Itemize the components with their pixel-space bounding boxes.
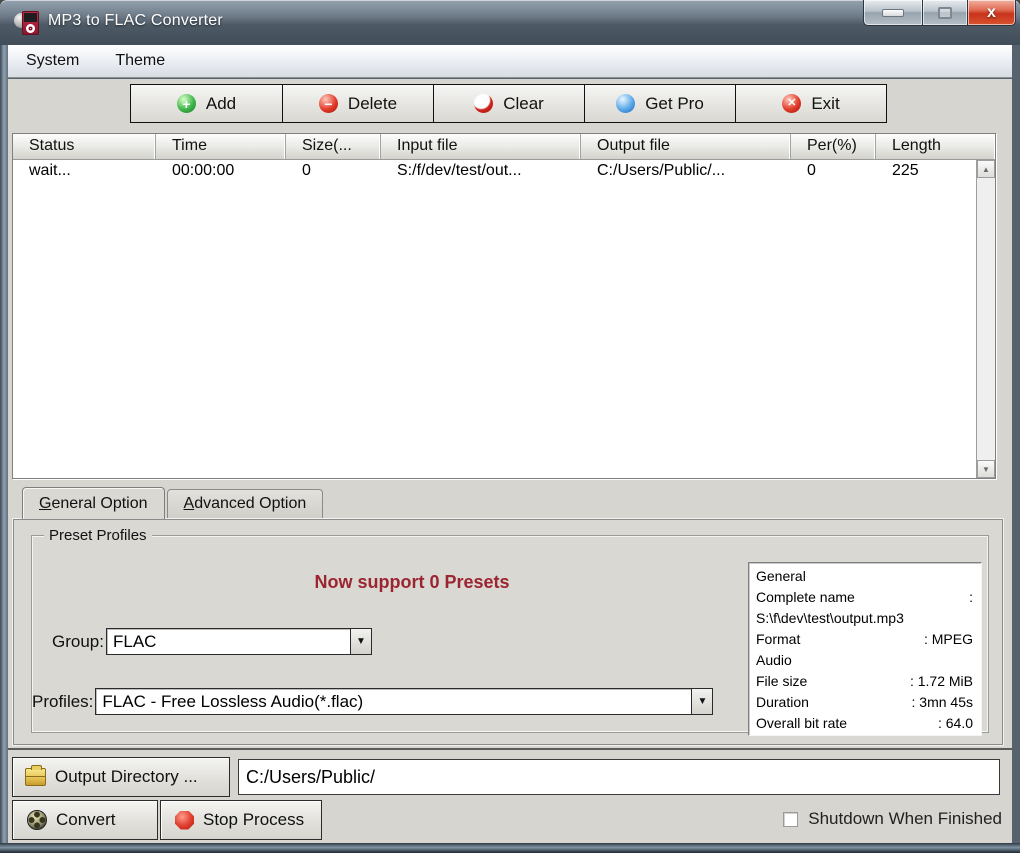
title-bar[interactable]: MP3 to FLAC Converter x (0, 0, 1020, 45)
media-info-label: General (756, 568, 806, 584)
exit-button-label: Exit (811, 93, 840, 113)
general-option-panel: Preset Profiles Now support 0 Presets Gr… (12, 518, 1004, 746)
shutdown-when-finished-option[interactable]: Shutdown When Finished (783, 809, 1002, 829)
cell-output-file: C:/Users/Public/... (597, 162, 726, 179)
preset-profiles-groupbox: Preset Profiles Now support 0 Presets Gr… (31, 527, 989, 736)
column-header-time[interactable]: Time (156, 134, 286, 159)
maximize-button[interactable] (923, 0, 968, 26)
column-header-percent[interactable]: Per(%) (791, 134, 876, 159)
shutdown-checkbox-label: Shutdown When Finished (808, 809, 1002, 828)
window-controls: x (863, 0, 1016, 26)
scroll-up-icon[interactable]: ▲ (977, 160, 995, 178)
chevron-down-icon[interactable]: ▼ (691, 689, 713, 714)
group-dropdown-value: FLAC (112, 631, 157, 651)
close-button[interactable]: x (968, 0, 1016, 26)
table-body: wait... 00:00:00 0 S:/f/dev/test/out... … (13, 160, 976, 478)
clear-button-label: Clear (503, 93, 544, 113)
client-area: + Add − Delete Clear Get Pro ✕ Exit Stat… (8, 79, 1012, 843)
media-info-value: : 64.0 (937, 715, 973, 731)
convert-button-label: Convert (56, 810, 116, 829)
window-title: MP3 to FLAC Converter (48, 12, 223, 29)
cell-length: 225 (892, 162, 919, 179)
bottom-divider (8, 748, 1012, 750)
clear-icon (474, 94, 494, 113)
presets-message: Now support 0 Presets (314, 572, 510, 592)
stop-process-button-label: Stop Process (203, 810, 305, 829)
media-info-label: Audio (756, 652, 792, 668)
minimize-button[interactable] (863, 0, 923, 26)
tab-advanced-option-label: Advanced Option (183, 495, 307, 512)
media-info-value: : (969, 589, 973, 605)
tab-general-option-label: General Option (39, 495, 148, 512)
minimize-icon (882, 8, 904, 17)
file-queue-table: Status Time Size(... Input file Output f… (12, 133, 996, 479)
group-dropdown[interactable]: FLAC ▼ (105, 628, 372, 655)
stop-process-button[interactable]: Stop Process (160, 800, 322, 840)
media-info-label: Duration (756, 694, 809, 710)
column-header-status[interactable]: Status (13, 134, 156, 159)
cell-status: wait... (29, 162, 71, 179)
add-button[interactable]: + Add (131, 85, 282, 122)
media-info-label: Complete name (756, 589, 855, 605)
output-path-input[interactable]: C:/Users/Public/ (238, 759, 1000, 795)
add-icon: + (176, 94, 196, 113)
media-info-label: Overall bit rate (756, 715, 848, 731)
option-tabs: General Option Advanced Option (12, 487, 325, 519)
column-header-output-file[interactable]: Output file (581, 134, 791, 159)
scroll-down-icon[interactable]: ▼ (977, 460, 995, 478)
tab-advanced-option[interactable]: Advanced Option (166, 489, 324, 519)
stop-icon (175, 810, 194, 830)
clear-button[interactable]: Clear (433, 85, 584, 122)
column-header-length[interactable]: Length (876, 134, 995, 159)
cell-time: 00:00:00 (172, 162, 235, 179)
exit-button[interactable]: ✕ Exit (735, 85, 886, 122)
menu-system[interactable]: System (26, 52, 79, 70)
toolbar: + Add − Delete Clear Get Pro ✕ Exit (130, 84, 887, 123)
exit-icon: ✕ (782, 94, 802, 113)
media-info-label: File size (756, 673, 808, 689)
delete-button[interactable]: − Delete (282, 85, 433, 122)
menu-theme[interactable]: Theme (115, 52, 165, 70)
group-label: Group: (52, 631, 104, 651)
window-bottom-frame (0, 843, 1020, 853)
media-info-value: : MPEG (923, 631, 973, 647)
table-header-row: Status Time Size(... Input file Output f… (13, 134, 995, 160)
maximize-icon (938, 6, 952, 19)
get-pro-icon (616, 94, 636, 113)
table-row[interactable]: wait... 00:00:00 0 S:/f/dev/test/out... … (13, 160, 976, 185)
cell-percent: 0 (807, 162, 816, 179)
app-window: MP3 to FLAC Converter x System Theme + A… (0, 0, 1020, 853)
shutdown-checkbox[interactable] (783, 811, 799, 827)
app-icon (14, 9, 42, 37)
profiles-label: Profiles: (32, 691, 94, 711)
convert-reel-icon (27, 810, 47, 830)
media-info-panel: General Complete name: S:\f\dev\test\out… (748, 562, 982, 736)
delete-button-label: Delete (347, 93, 398, 113)
output-directory-button-label: Output Directory ... (55, 767, 198, 786)
media-info-value: : 1.72 MiB (909, 673, 973, 689)
profiles-dropdown-value: FLAC - Free Lossless Audio(*.flac) (102, 691, 364, 711)
tab-general-option[interactable]: General Option (22, 487, 165, 519)
profiles-dropdown[interactable]: FLAC - Free Lossless Audio(*.flac) ▼ (95, 688, 714, 715)
add-button-label: Add (205, 93, 237, 113)
convert-button[interactable]: Convert (12, 800, 158, 840)
column-header-size[interactable]: Size(... (286, 134, 381, 159)
cell-input-file: S:/f/dev/test/out... (397, 162, 522, 179)
folder-icon (25, 765, 46, 786)
column-header-input-file[interactable]: Input file (381, 134, 581, 159)
media-info-value: : 3mn 45s (911, 694, 973, 710)
media-info-label: S:\f\dev\test\output.mp3 (756, 610, 904, 626)
chevron-down-icon[interactable]: ▼ (349, 629, 371, 654)
table-scrollbar[interactable]: ▲ ▼ (976, 160, 995, 478)
cell-size: 0 (302, 162, 311, 179)
get-pro-button[interactable]: Get Pro (584, 85, 735, 122)
close-icon: x (987, 3, 996, 21)
groupbox-title: Preset Profiles (44, 527, 152, 544)
delete-icon: − (318, 94, 338, 113)
output-directory-button[interactable]: Output Directory ... (12, 757, 230, 797)
media-info-label: Format (756, 631, 801, 647)
menu-bar: System Theme (8, 45, 1012, 78)
get-pro-button-label: Get Pro (645, 93, 704, 113)
